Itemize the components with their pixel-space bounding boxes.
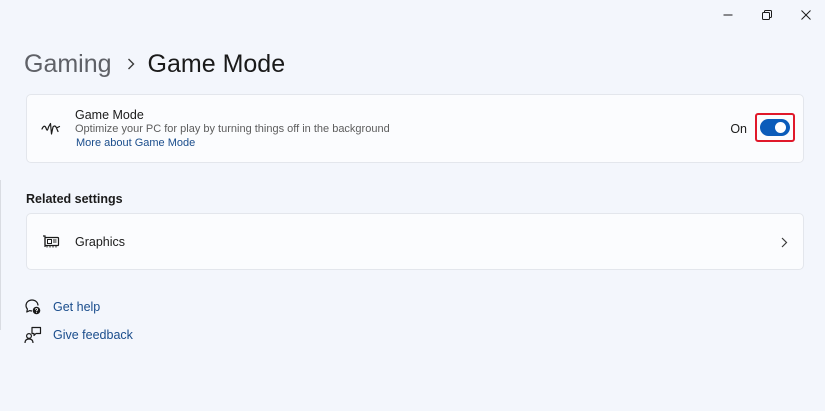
related-settings-heading: Related settings	[26, 192, 123, 206]
window-left-edge	[0, 180, 1, 330]
give-feedback-label: Give feedback	[53, 328, 133, 342]
game-mode-card: Game Mode Optimize your PC for play by t…	[26, 94, 804, 163]
chevron-right-icon	[127, 58, 135, 70]
restore-button[interactable]	[747, 0, 786, 30]
get-help-label: Get help	[53, 300, 101, 314]
page-title: Game Mode	[147, 50, 286, 78]
game-mode-description: Optimize your PC for play by turning thi…	[75, 123, 390, 135]
game-mode-title: Game Mode	[75, 108, 144, 122]
graphics-label: Graphics	[75, 235, 126, 249]
more-about-game-mode-link[interactable]: More about Game Mode	[76, 137, 195, 149]
close-button[interactable]	[786, 0, 825, 30]
give-feedback-link[interactable]: Give feedback	[24, 325, 133, 345]
toggle-highlight-box	[755, 113, 795, 142]
graphics-card-icon	[41, 232, 61, 252]
toggle-knob	[775, 122, 786, 133]
close-icon	[800, 10, 811, 20]
minimize-button[interactable]	[708, 0, 747, 30]
feedback-icon	[24, 326, 42, 344]
breadcrumb-parent-gaming[interactable]: Gaming	[24, 46, 112, 82]
toggle-state-label: On	[730, 122, 747, 136]
breadcrumb: Gaming Game Mode	[24, 46, 285, 82]
game-mode-toggle[interactable]	[760, 119, 790, 136]
window-controls	[708, 0, 825, 30]
game-mode-icon	[41, 119, 61, 139]
minimize-icon	[723, 10, 733, 20]
graphics-settings-item[interactable]: Graphics	[26, 213, 804, 270]
help-icon	[24, 298, 42, 316]
restore-icon	[761, 10, 772, 20]
get-help-link[interactable]: Get help	[24, 297, 100, 317]
chevron-right-icon	[779, 236, 789, 248]
